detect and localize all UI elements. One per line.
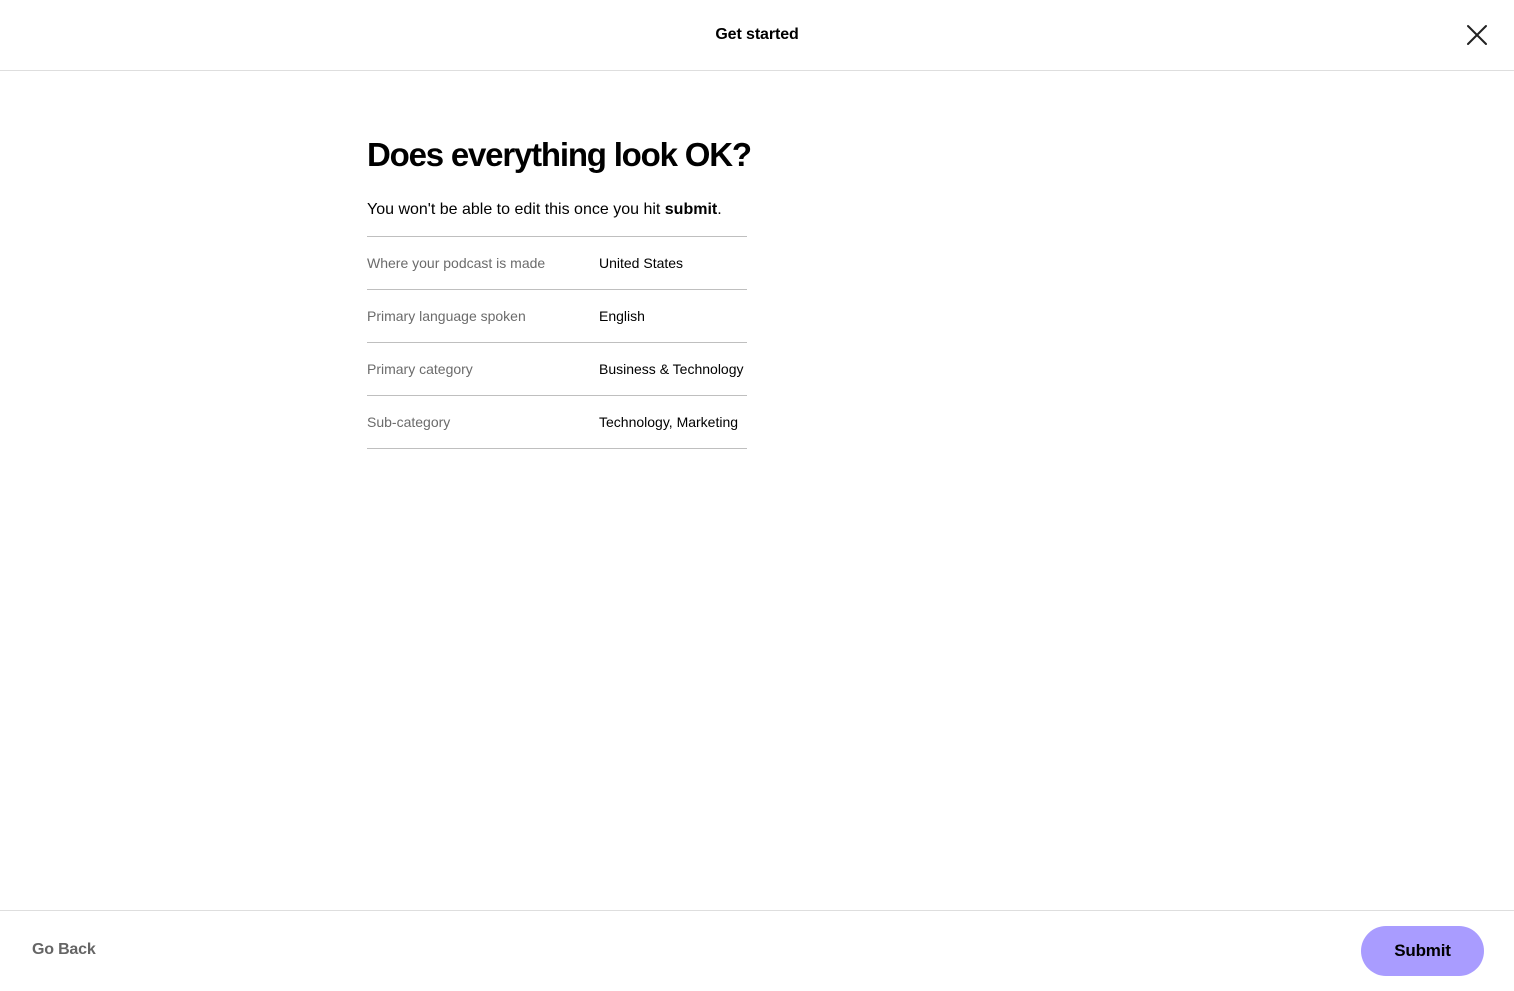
row-value: United States (599, 255, 684, 271)
summary-table: Where your podcast is made United States… (367, 236, 747, 449)
summary-row-subcategory: Sub-category Technology, Marketing (367, 396, 747, 449)
submit-button[interactable]: Submit (1361, 926, 1484, 976)
close-button[interactable] (1466, 24, 1488, 46)
subtitle-prefix: You won't be able to edit this once you … (367, 201, 665, 218)
row-value: Technology, Marketing (599, 414, 739, 430)
page-title: Does everything look OK? (367, 136, 752, 173)
go-back-button[interactable]: Go Back (32, 941, 96, 959)
row-label: Primary language spoken (367, 308, 526, 324)
subtitle-suffix: . (717, 201, 722, 218)
review-subtitle: You won't be able to edit this once you … (367, 200, 747, 220)
row-label: Where your podcast is made (367, 255, 546, 271)
close-icon (1467, 25, 1487, 45)
subtitle-bold: submit (664, 201, 718, 218)
summary-row-language: Primary language spoken English (367, 290, 747, 343)
row-label: Primary category (367, 361, 473, 377)
header-title: Get started (715, 25, 799, 43)
row-value: Business & Technology (599, 361, 744, 377)
summary-row-location: Where your podcast is made United States (367, 237, 747, 290)
row-value: English (599, 308, 645, 324)
row-label: Sub-category (367, 414, 451, 430)
header: Get started (0, 0, 1514, 71)
page: Get started Does everything look OK? You… (0, 0, 1514, 991)
summary-row-category: Primary category Business & Technology (367, 343, 747, 396)
footer: Go Back Submit (0, 910, 1514, 991)
review-section: Does everything look OK? You won't be ab… (367, 135, 752, 449)
